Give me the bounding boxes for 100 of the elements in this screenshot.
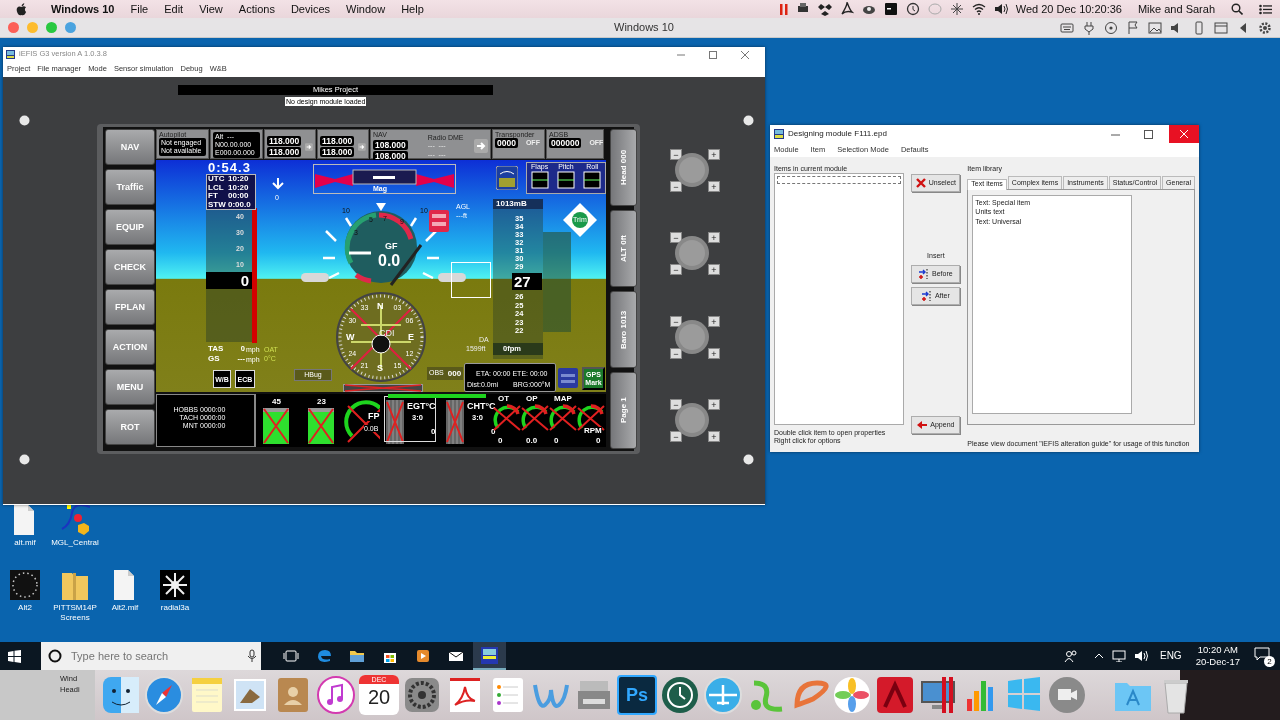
plus-button[interactable]: + <box>708 399 720 410</box>
menu-item[interactable]: View <box>199 2 223 16</box>
gauge-reading: 0 <box>498 437 503 445</box>
bar-graph-drawing <box>386 400 404 444</box>
music-icon[interactable] <box>316 675 356 715</box>
gauge-label: OT <box>498 395 510 403</box>
desktop-icon-label[interactable]: Alt2.mif <box>111 603 139 613</box>
frequency-active: 118.000 <box>267 136 302 146</box>
desktop-icon-label[interactable]: Alt2 <box>18 603 32 613</box>
close-button[interactable] <box>741 50 749 59</box>
menu-item[interactable]: Help <box>401 2 424 16</box>
notification-badge: 2 <box>1264 656 1275 667</box>
desktop-icon-label[interactable]: radial3a <box>160 603 190 613</box>
gauge-dial-drawing <box>576 402 606 432</box>
plus-button[interactable]: + <box>708 149 720 160</box>
gear-icon[interactable] <box>1258 20 1272 35</box>
clock-icon[interactable] <box>660 675 700 715</box>
fuel-pressure-label: FP <box>368 412 380 421</box>
media-player-icon[interactable] <box>415 648 431 664</box>
rotary-knob[interactable] <box>674 402 710 438</box>
minus-button[interactable]: − <box>670 431 682 442</box>
photos-icon[interactable] <box>832 675 872 715</box>
trim-indicator-icon <box>530 171 549 190</box>
menu-item[interactable]: File <box>130 2 149 16</box>
notification-icon[interactable] <box>1254 647 1270 661</box>
minus-button[interactable]: − <box>670 348 682 359</box>
down-arrow-icon <box>272 178 284 190</box>
close-button[interactable] <box>1169 125 1199 143</box>
time-value: 00:00 <box>228 192 249 201</box>
menu-item[interactable]: Window <box>346 2 386 16</box>
minus-button[interactable]: − <box>670 181 682 192</box>
maximize-button[interactable] <box>709 50 717 59</box>
compass-label: E <box>408 333 414 342</box>
apple-icon[interactable] <box>16 2 27 16</box>
plus-button[interactable]: + <box>708 232 720 243</box>
disc-icon[interactable] <box>1104 20 1118 35</box>
dropbox-icon[interactable] <box>817 2 832 16</box>
rotary-knob[interactable] <box>674 235 710 271</box>
alarm-icon[interactable] <box>429 210 449 232</box>
search-icon[interactable] <box>1231 3 1243 15</box>
time-label: STW <box>208 200 226 209</box>
rotary-knob[interactable] <box>674 152 710 188</box>
menu-item[interactable]: Actions <box>238 2 275 16</box>
list-icon[interactable] <box>1259 3 1272 15</box>
clock-time[interactable]: 10:20 AM <box>1197 644 1238 656</box>
volume-icon[interactable] <box>1133 650 1148 662</box>
dial-icon[interactable] <box>10 570 40 600</box>
plug-icon[interactable] <box>1082 20 1096 35</box>
timer-readout: 0:54.3 <box>208 161 251 174</box>
acrobat-icon[interactable] <box>839 2 854 16</box>
rotary-knob[interactable] <box>674 319 710 355</box>
plus-button[interactable]: + <box>708 181 720 192</box>
image-icon[interactable] <box>1148 20 1162 35</box>
video-icon[interactable] <box>1047 675 1087 715</box>
search-field[interactable]: Type here to search <box>67 642 245 670</box>
minus-button[interactable]: − <box>670 264 682 275</box>
folder-icon[interactable] <box>349 648 365 664</box>
volume-icon[interactable] <box>993 2 1008 16</box>
settings-icon[interactable] <box>402 675 442 715</box>
starburst-icon[interactable] <box>160 570 190 600</box>
code-readout: 000000 <box>549 138 582 148</box>
app-icon[interactable] <box>60 505 90 535</box>
window-icon[interactable] <box>1214 20 1228 35</box>
flag-icon[interactable] <box>1126 20 1140 35</box>
menu-item[interactable]: Devices <box>290 2 331 16</box>
plus-button[interactable]: + <box>708 264 720 275</box>
gauge-label: RPM <box>584 427 602 435</box>
app-menu[interactable]: Windows 10 <box>51 2 115 16</box>
language-indicator[interactable]: ENG <box>1159 650 1182 662</box>
task-view-icon[interactable] <box>283 648 299 664</box>
history-icon[interactable] <box>905 2 920 16</box>
pause-icon[interactable] <box>779 3 788 15</box>
vm-icon[interactable] <box>918 675 958 715</box>
finder-icon[interactable] <box>101 675 141 715</box>
wifi-icon[interactable] <box>971 2 986 16</box>
terminal-icon[interactable] <box>883 2 898 16</box>
people-icon[interactable] <box>1063 649 1078 663</box>
cad-icon[interactable] <box>875 675 915 715</box>
desktop-icon-label[interactable]: MGL_Central <box>51 538 99 548</box>
plus-button[interactable]: + <box>708 316 720 327</box>
desktop-icon-label[interactable]: alt.mif <box>14 538 36 548</box>
microphone-icon[interactable] <box>245 642 261 670</box>
menu-clock[interactable]: Wed 20 Dec 10:20:36 <box>1015 2 1122 16</box>
cortana-icon[interactable] <box>41 642 67 670</box>
menu-item[interactable]: Edit <box>164 2 184 16</box>
altitude-readout: 27 <box>512 273 542 290</box>
chevron-up-icon[interactable] <box>1093 651 1104 661</box>
desktop-icon-label[interactable]: PITTSM14P Screens <box>47 603 103 623</box>
maximize-button[interactable] <box>1144 129 1153 139</box>
edge-icon[interactable] <box>316 648 332 664</box>
photoshop-icon[interactable]: Ps <box>617 675 657 715</box>
windows-logo-icon[interactable] <box>8 649 21 663</box>
keyboard-icon[interactable] <box>1060 20 1074 35</box>
frequency-standby: 118.000 <box>320 147 355 157</box>
user-menu[interactable]: Mike and Sarah <box>1137 2 1215 16</box>
efis-app-icon[interactable] <box>473 642 506 670</box>
plus-button[interactable]: + <box>708 431 720 442</box>
info-button-icon[interactable] <box>558 368 578 388</box>
plus-button[interactable]: + <box>708 348 720 359</box>
clock-date[interactable]: 20-Dec-17 <box>1195 656 1240 668</box>
